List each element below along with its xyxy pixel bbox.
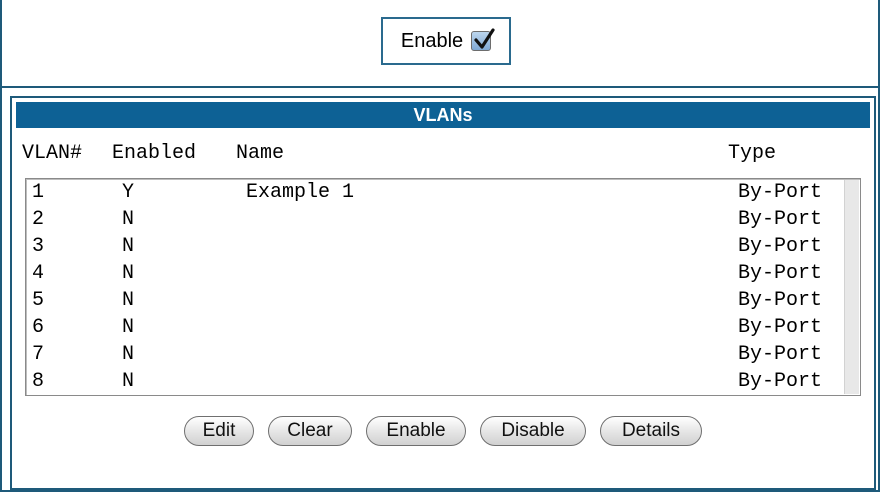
vlan-cell-type: By-Port [738, 316, 823, 339]
column-header-name: Name [236, 142, 285, 165]
vlan-column-headers: VLAN# Enabled Name Type [12, 142, 872, 166]
vlan-cell-type: By-Port [738, 289, 823, 312]
details-button[interactable]: Details [600, 416, 702, 446]
vlan-cell-type: By-Port [738, 343, 823, 366]
vlan-cell-enabled: N [122, 343, 135, 366]
vlan-cell-vlan: 6 [32, 316, 45, 339]
vlan-cell-vlan: 7 [32, 343, 45, 366]
vlans-panel: VLANs VLAN# Enabled Name Type 1 Y Example … [10, 96, 876, 490]
clear-button[interactable]: Clear [268, 416, 352, 446]
vlan-enable-group: Enable [381, 17, 511, 65]
vlan-row[interactable]: 4 N By-Port [26, 260, 846, 287]
vlan-cell-vlan: 5 [32, 289, 45, 312]
vlan-cell-enabled: N [122, 235, 135, 258]
column-header-enabled: Enabled [112, 142, 197, 165]
vlan-list-rows: 1 Y Example 1 By-Port 2 N By-Port 3 N By-Port 4 N By… [26, 179, 846, 395]
vlan-cell-enabled: N [122, 262, 135, 285]
vlan-cell-vlan: 3 [32, 235, 45, 258]
vlan-cell-vlan: 2 [32, 208, 45, 231]
vlan-cell-vlan: 8 [32, 370, 45, 393]
vlan-cell-type: By-Port [738, 208, 823, 231]
vlan-row[interactable]: 1 Y Example 1 By-Port [26, 179, 846, 206]
vlan-cell-type: By-Port [738, 370, 823, 393]
vlan-cell-type: By-Port [738, 181, 823, 204]
vlan-row[interactable]: 7 N By-Port [26, 341, 846, 368]
checkmark-icon [474, 28, 495, 49]
enable-button[interactable]: Enable [366, 416, 466, 446]
edit-button[interactable]: Edit [184, 416, 254, 446]
vlan-cell-enabled: N [122, 370, 135, 393]
vlan-cell-type: By-Port [738, 235, 823, 258]
vlan-cell-enabled: Y [122, 181, 135, 204]
vlan-row[interactable]: 2 N By-Port [26, 206, 846, 233]
disable-button[interactable]: Disable [480, 416, 586, 446]
vlan-row[interactable]: 5 N By-Port [26, 287, 846, 314]
vlan-cell-vlan: 1 [32, 181, 45, 204]
vlan-row[interactable]: 3 N By-Port [26, 233, 846, 260]
section-divider [2, 86, 878, 88]
vlan-row[interactable]: 8 N By-Port [26, 368, 846, 395]
vlan-cell-enabled: N [122, 289, 135, 312]
enable-label: Enable [400, 29, 464, 52]
vlan-cell-vlan: 4 [32, 262, 45, 285]
vlan-list-scrollbar[interactable] [844, 180, 859, 394]
vlan-cell-type: By-Port [738, 262, 823, 285]
vlan-cell-enabled: N [122, 316, 135, 339]
enable-checkbox[interactable] [471, 28, 495, 51]
vlans-panel-title: VLANs [16, 102, 870, 128]
vlan-list[interactable]: 1 Y Example 1 By-Port 2 N By-Port 3 N By-Port 4 N By… [25, 178, 861, 396]
vlan-cell-name: Example 1 [246, 181, 355, 204]
vlan-row[interactable]: 6 N By-Port [26, 314, 846, 341]
vlan-cell-enabled: N [122, 208, 135, 231]
column-header-type: Type [728, 142, 777, 165]
column-header-vlan: VLAN# [22, 142, 83, 165]
vlan-action-buttons: Edit Clear Enable Disable Details [12, 416, 874, 448]
